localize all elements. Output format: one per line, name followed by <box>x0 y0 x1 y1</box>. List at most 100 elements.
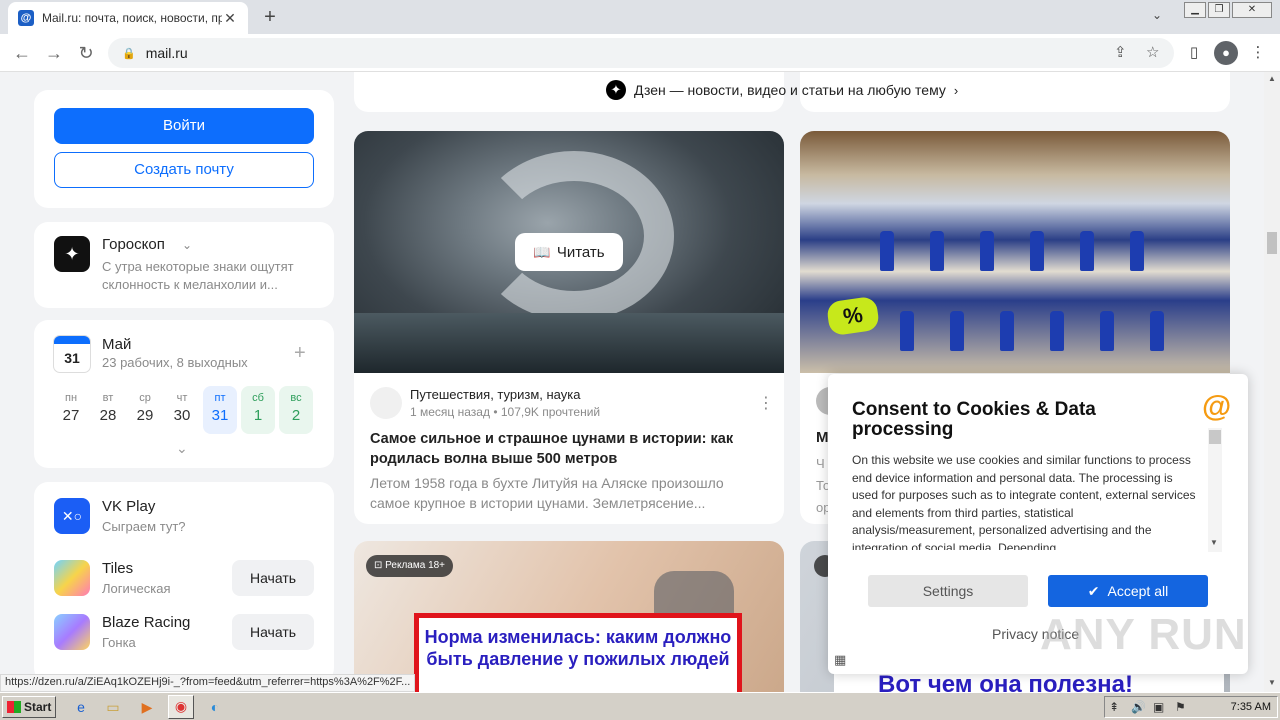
volume-icon[interactable]: 🔊 <box>1131 700 1146 714</box>
calendar-day-weekend[interactable]: вс 2 <box>279 386 313 434</box>
clock: 7:35 AM <box>1230 701 1271 713</box>
dzen-logo-icon: ✦ <box>606 80 626 100</box>
ad-image: ⊡ Реклама 18+ Норма изменилась: каким до… <box>354 541 784 692</box>
consent-scroll-thumb[interactable] <box>1209 430 1221 444</box>
game-genre: Гонка <box>102 635 136 650</box>
consent-text: On this website we use cookies and simil… <box>852 453 1196 550</box>
game-genre: Логическая <box>102 581 171 596</box>
add-event-icon[interactable]: + <box>294 342 306 365</box>
horoscope-title: Гороскоп <box>102 236 165 253</box>
calendar-day[interactable]: пн 27 <box>54 386 88 434</box>
discount-badge: % <box>825 295 881 337</box>
sea-shape <box>354 313 784 373</box>
mailru-at-logo-icon: @ <box>1202 390 1232 423</box>
back-arrow-icon[interactable]: ← <box>10 41 34 65</box>
consent-title: Consent to Cookies & Data processing <box>852 399 1096 440</box>
calendar-day-today[interactable]: пт 31 <box>203 386 237 434</box>
tiles-game-icon[interactable] <box>54 560 90 596</box>
start-game-button[interactable]: Начать <box>232 614 314 650</box>
chevron-down-icon[interactable]: ⌄ <box>182 238 192 252</box>
horoscope-card[interactable]: ✦ Гороскоп ⌄ С утра некоторые знаки ощут… <box>34 222 334 308</box>
create-mail-button[interactable]: Создать почту <box>54 152 314 188</box>
game-title[interactable]: Blaze Racing <box>102 614 190 631</box>
mailru-favicon-icon: @ <box>18 10 34 26</box>
menu-kebab-icon[interactable]: ⋮ <box>1246 41 1270 65</box>
login-card: Войти Создать почту <box>34 90 334 208</box>
address-bar[interactable]: 🔒 mail.ru <box>108 38 1174 68</box>
vkplay-title[interactable]: VK Play <box>102 498 155 515</box>
scroll-down-arrow-icon[interactable]: ▼ <box>1264 678 1280 687</box>
sparkle-icon: ✦ <box>54 236 90 272</box>
reload-icon[interactable]: ↻ <box>74 41 98 65</box>
article-image: 📖 Читать <box>354 131 784 373</box>
more-options-icon[interactable]: ⋮ <box>758 393 774 413</box>
tab-close-icon[interactable]: ✕ <box>222 10 238 27</box>
article-card[interactable]: 📖 Читать Путешествия, туризм, наука 1 ме… <box>354 131 784 524</box>
network-icon[interactable]: ▣ <box>1153 700 1164 714</box>
browser-tab[interactable]: @ Mail.ru: почта, поиск, новости, пр ✕ <box>8 2 248 34</box>
profile-avatar-icon[interactable]: ● <box>1214 41 1238 65</box>
horoscope-text: С утра некоторые знаки ощутят склонность… <box>102 259 294 292</box>
anyrun-watermark: ANY RUN <box>1040 610 1247 659</box>
windows-taskbar: Start e ▭ ▶ ◉ ◐ ⇞ 🔊 ▣ ⚑ 7:35 AM <box>0 692 1280 720</box>
login-button[interactable]: Войти <box>54 108 314 144</box>
article-title-partial[interactable]: М <box>816 429 829 446</box>
system-tray: ⇞ 🔊 ▣ ⚑ 7:35 AM <box>1104 696 1278 718</box>
folder-icon[interactable]: ▭ <box>102 697 124 717</box>
bookmark-star-icon[interactable]: ☆ <box>1146 43 1159 61</box>
calendar-day[interactable]: вт 28 <box>91 386 125 434</box>
scroll-up-arrow-icon[interactable]: ▲ <box>1264 74 1280 83</box>
browser-toolbar: ← → ↻ 🔒 mail.ru ⇪ ☆ ▯ ● ⋮ <box>0 34 1280 72</box>
page-scrollbar[interactable]: ▲ ▼ <box>1264 72 1280 692</box>
source-avatar[interactable] <box>370 387 402 419</box>
tab-strip: @ Mail.ru: почта, поиск, новости, пр ✕ +… <box>0 0 1280 34</box>
vkplay-logo-icon: ✕○ <box>54 498 90 534</box>
ad-card[interactable]: ⊡ Реклама 18+ Норма изменилась: каким до… <box>354 541 784 692</box>
consent-settings-button[interactable]: Settings <box>868 575 1028 607</box>
chrome-icon[interactable]: ◉ <box>168 695 194 719</box>
expand-chevron-icon[interactable]: ⌄ <box>176 440 188 457</box>
scroll-down-arrow-icon[interactable]: ▼ <box>1210 538 1218 547</box>
flag-icon[interactable]: ⚑ <box>1175 700 1186 714</box>
status-url: https://dzen.ru/a/ZiEAq1kOZEHj9i-_?from=… <box>0 674 416 692</box>
minimize-button[interactable]: ▁ <box>1184 2 1206 18</box>
url-text: mail.ru <box>145 45 188 61</box>
article-description: Летом 1958 года в бухте Литуйя на Аляске… <box>370 475 724 511</box>
dzen-link[interactable]: ✦ Дзен — новости, видео и статьи на любу… <box>606 80 958 100</box>
language-flag-icon[interactable]: ▦ <box>834 652 846 668</box>
article-title[interactable]: Самое сильное и страшное цунами в истори… <box>370 429 750 469</box>
share-icon[interactable]: ⇪ <box>1114 43 1127 61</box>
games-card: ✕○ VK Play Сыграем тут? Tiles Логическая… <box>34 482 334 682</box>
ad-icon: ⊡ <box>374 560 386 571</box>
ie-icon[interactable]: e <box>70 697 92 717</box>
windows-flag-icon <box>7 701 21 713</box>
close-window-button[interactable]: ✕ <box>1232 2 1272 18</box>
start-button[interactable]: Start <box>2 696 56 718</box>
new-tab-button[interactable]: + <box>258 5 282 29</box>
calendar-month: Май <box>102 336 132 353</box>
checkmark-icon: ✔ <box>1087 583 1100 599</box>
edge-icon[interactable]: ◐ <box>204 697 226 717</box>
calendar-day[interactable]: ср 29 <box>128 386 162 434</box>
chevron-right-icon: › <box>953 82 959 98</box>
tab-search-chevron-icon[interactable]: ⌄ <box>1152 8 1162 22</box>
tray-arrow-icon[interactable]: ⇞ <box>1109 700 1119 714</box>
scroll-thumb[interactable] <box>1267 232 1277 254</box>
read-button[interactable]: 📖 Читать <box>515 233 623 271</box>
start-game-button[interactable]: Начать <box>232 560 314 596</box>
side-panel-icon[interactable]: ▯ <box>1182 41 1206 65</box>
calendar-day-weekend[interactable]: сб 1 <box>241 386 275 434</box>
media-player-icon[interactable]: ▶ <box>136 697 158 717</box>
blaze-racing-game-icon[interactable] <box>54 614 90 650</box>
forward-arrow-icon[interactable]: → <box>42 41 66 65</box>
consent-scrollbar[interactable]: ▼ <box>1208 428 1222 552</box>
calendar-summary: 23 рабочих, 8 выходных <box>102 355 248 370</box>
game-title[interactable]: Tiles <box>102 560 133 577</box>
lock-icon: 🔒 <box>122 47 136 60</box>
consent-accept-all-button[interactable]: ✔ Accept all <box>1048 575 1208 607</box>
article-meta: 1 месяц назад • 107,9K прочтений <box>410 405 601 419</box>
calendar-day[interactable]: чт 30 <box>165 386 199 434</box>
article-source[interactable]: Путешествия, туризм, наука <box>410 387 580 402</box>
book-icon: 📖 <box>533 243 551 260</box>
restore-button[interactable]: ❐ <box>1208 2 1230 18</box>
